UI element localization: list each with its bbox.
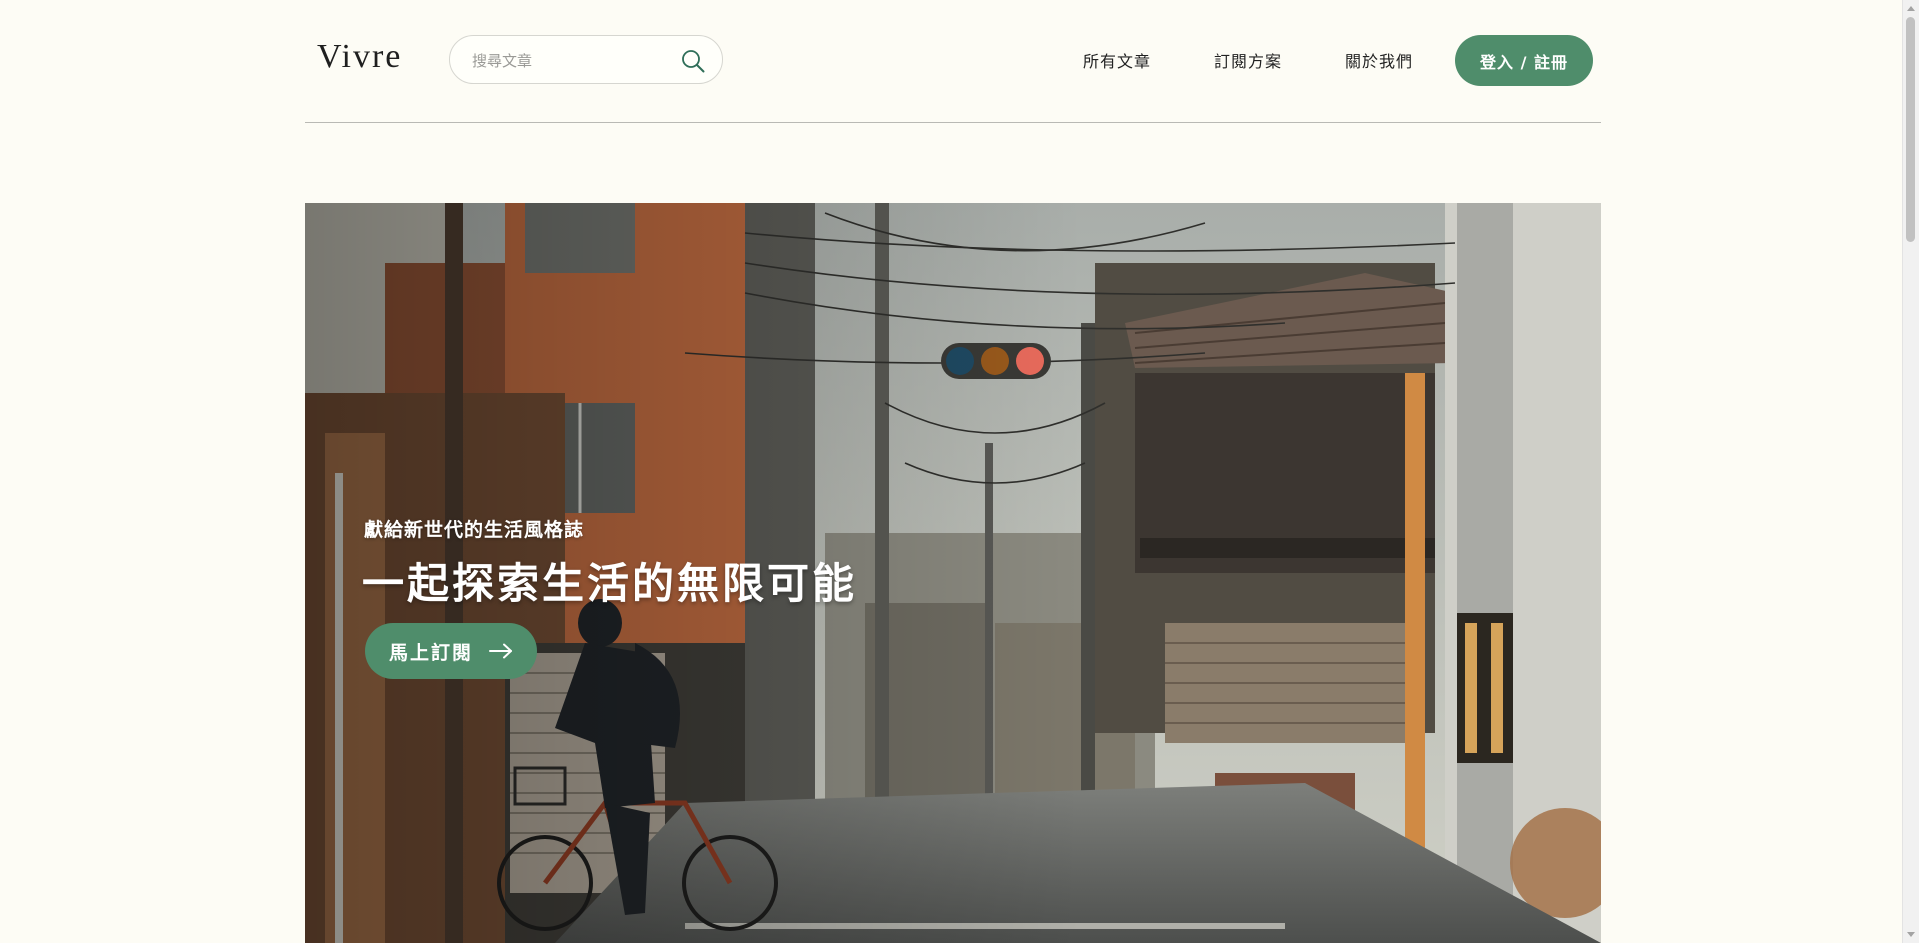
search-input[interactable] <box>470 48 674 74</box>
page: Vivre 所有文章 訂閱方案 關於我們 登入 / 註冊 <box>0 0 1919 943</box>
page-scrollbar[interactable] <box>1902 0 1919 943</box>
scroll-up-arrow-icon[interactable] <box>1907 6 1915 11</box>
scroll-down-arrow-icon[interactable] <box>1907 932 1915 937</box>
nav-about-us[interactable]: 關於我們 <box>1345 48 1413 72</box>
search-box[interactable] <box>449 35 723 84</box>
site-header: Vivre 所有文章 訂閱方案 關於我們 登入 / 註冊 <box>305 0 1601 123</box>
login-register-button[interactable]: 登入 / 註冊 <box>1455 35 1593 86</box>
scrollbar-thumb[interactable] <box>1906 17 1915 242</box>
subscribe-now-button[interactable]: 馬上訂閱 <box>365 623 537 679</box>
arrow-right-icon <box>489 643 512 659</box>
hero-title: 一起探索生活的無限可能 <box>362 559 858 608</box>
hero-subtitle: 獻給新世代的生活風格誌 <box>364 519 585 541</box>
search-icon[interactable] <box>680 48 706 74</box>
nav-all-articles[interactable]: 所有文章 <box>1083 48 1151 72</box>
hero-banner: 獻給新世代的生活風格誌 一起探索生活的無限可能 馬上訂閱 <box>305 203 1601 943</box>
nav-subscription-plans[interactable]: 訂閱方案 <box>1214 48 1282 72</box>
site-logo[interactable]: Vivre <box>317 38 402 76</box>
subscribe-now-label: 馬上訂閱 <box>388 641 473 664</box>
